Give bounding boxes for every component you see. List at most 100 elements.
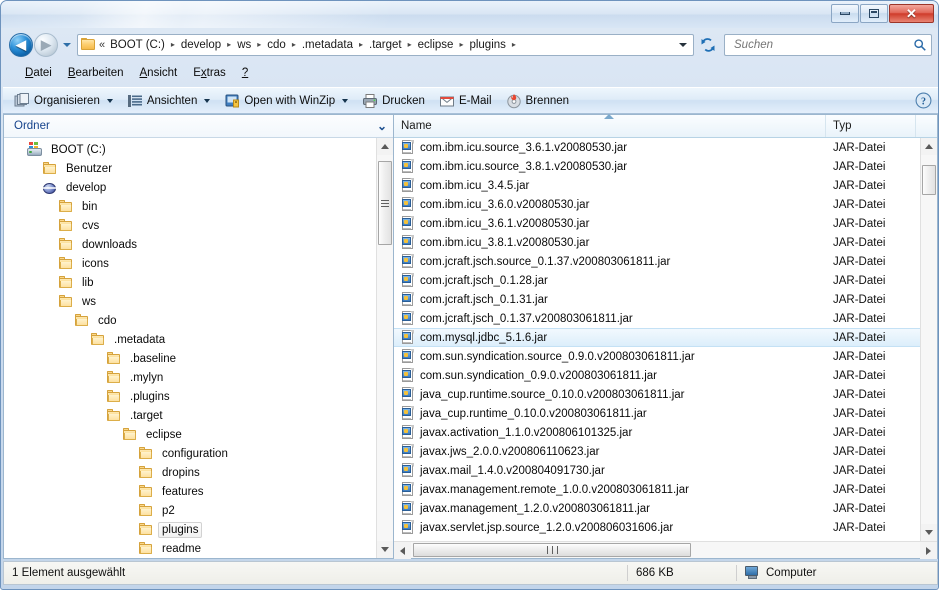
tree-item-target[interactable]: .target — [4, 406, 376, 425]
breadcrumb-sep-7[interactable]: ▸ — [508, 40, 520, 49]
breadcrumb-item-7[interactable]: plugins — [467, 37, 507, 53]
views-button[interactable]: Ansichten — [120, 90, 218, 112]
open-with-winzip-button[interactable]: Open with WinZip — [217, 90, 355, 112]
tree-item-mylyn[interactable]: .mylyn — [4, 368, 376, 387]
tree-item-dropins[interactable]: dropins — [4, 463, 376, 482]
folder-tree-header[interactable]: Ordner ⌄ — [4, 115, 393, 138]
close-button[interactable]: ✕ — [889, 4, 934, 23]
file-row[interactable]: com.ibm.icu_3.6.0.v20080530.jar JAR-Datei — [394, 195, 920, 214]
column-header-filler[interactable] — [916, 115, 937, 137]
breadcrumb-item-1[interactable]: develop — [179, 37, 223, 53]
file-row[interactable]: javax.management_1.2.0.v200803061811.jar… — [394, 499, 920, 518]
organize-button[interactable]: Organisieren — [7, 90, 120, 112]
tree-item-bin[interactable]: bin — [4, 197, 376, 216]
tree-item-eclipse[interactable]: eclipse — [4, 425, 376, 444]
file-row[interactable]: com.ibm.icu_3.4.5.jar JAR-Datei — [394, 176, 920, 195]
tree-item-downloads[interactable]: downloads — [4, 235, 376, 254]
list-scroll-track[interactable] — [921, 155, 937, 524]
refresh-button[interactable] — [697, 34, 719, 56]
breadcrumb-sep-6[interactable]: ▸ — [455, 40, 467, 49]
file-row[interactable]: com.sun.syndication.source_0.9.0.v200803… — [394, 347, 920, 366]
list-scroll-right-button[interactable] — [920, 542, 937, 559]
list-hscroll-thumb[interactable] — [413, 543, 691, 557]
folder-tree-list[interactable]: BOOT (C:) Benutzer develop bin cvs downloads i… — [4, 138, 376, 558]
search-input[interactable] — [732, 37, 913, 52]
breadcrumb-sep-4[interactable]: ▸ — [355, 40, 367, 49]
breadcrumb-item-4[interactable]: .metadata — [300, 37, 355, 53]
file-row[interactable]: java_cup.runtime_0.10.0.v200803061811.ja… — [394, 404, 920, 423]
file-row[interactable]: com.ibm.icu.source_3.8.1.v20080530.jar JA… — [394, 157, 920, 176]
print-button[interactable]: Drucken — [355, 90, 432, 112]
tree-item-boot-c[interactable]: BOOT (C:) — [4, 140, 376, 159]
breadcrumb-sep-1[interactable]: ▸ — [223, 40, 235, 49]
tree-item-features[interactable]: features — [4, 482, 376, 501]
breadcrumb-sep-0[interactable]: ▸ — [167, 40, 179, 49]
chevron-down-icon[interactable]: ⌄ — [377, 120, 387, 132]
list-scroll-up-button[interactable] — [921, 138, 937, 155]
help-button[interactable]: ? — [912, 90, 934, 112]
file-row[interactable]: com.jcraft.jsch.source_0.1.37.v200803061… — [394, 252, 920, 271]
breadcrumb-overflow-icon[interactable]: « — [99, 39, 105, 51]
menu-datei[interactable]: Datei — [17, 65, 60, 81]
tree-item-benutzer[interactable]: Benutzer — [4, 159, 376, 178]
tree-scroll-thumb[interactable] — [378, 161, 392, 245]
forward-button[interactable]: ▶ — [34, 32, 58, 57]
file-row[interactable]: javax.activation_1.1.0.v200806101325.jar… — [394, 423, 920, 442]
menu-ansicht[interactable]: Ansicht — [132, 65, 186, 81]
file-row[interactable]: com.ibm.icu_3.6.1.v20080530.jar JAR-Datei — [394, 214, 920, 233]
tree-scroll-track[interactable] — [377, 155, 393, 541]
file-list-rows[interactable]: com.ibm.icu.source_3.6.1.v20080530.jar JA… — [394, 138, 920, 541]
column-header-name[interactable]: Name — [394, 114, 826, 137]
file-row[interactable]: javax.management.remote_1.0.0.v200803061… — [394, 480, 920, 499]
file-row[interactable]: com.jcraft.jsch_0.1.31.jar JAR-Datei — [394, 290, 920, 309]
breadcrumb-item-0[interactable]: BOOT (C:) — [108, 37, 167, 53]
list-vertical-scrollbar[interactable] — [920, 138, 937, 541]
tree-item-cdo[interactable]: cdo — [4, 311, 376, 330]
menu-bearbeiten[interactable]: Bearbeiten — [60, 65, 132, 81]
list-scroll-thumb[interactable] — [922, 165, 936, 195]
email-button[interactable]: E-Mail — [432, 90, 499, 112]
tree-item-plugins[interactable]: .plugins — [4, 387, 376, 406]
tree-item-lib[interactable]: lib — [4, 273, 376, 292]
breadcrumb-item-3[interactable]: cdo — [265, 37, 288, 53]
file-row[interactable]: com.mysql.jdbc_5.1.6.jar JAR-Datei — [394, 328, 920, 347]
file-row[interactable]: javax.servlet.jsp.source_1.2.0.v20080603… — [394, 518, 920, 537]
file-row[interactable]: com.jcraft.jsch_0.1.37.v200803061811.jar… — [394, 309, 920, 328]
list-scroll-down-button[interactable] — [921, 524, 937, 541]
breadcrumb-item-5[interactable]: .target — [367, 37, 404, 53]
file-row[interactable]: javax.mail_1.4.0.v200804091730.jar JAR-Da… — [394, 461, 920, 480]
tree-item-develop[interactable]: develop — [4, 178, 376, 197]
tree-item-icons[interactable]: icons — [4, 254, 376, 273]
file-row[interactable]: com.ibm.icu.source_3.6.1.v20080530.jar JA… — [394, 138, 920, 157]
back-button[interactable]: ◀ — [9, 32, 33, 57]
tree-scroll-down-button[interactable] — [377, 541, 393, 558]
file-row[interactable]: com.jcraft.jsch_0.1.28.jar JAR-Datei — [394, 271, 920, 290]
list-horizontal-scrollbar[interactable] — [394, 541, 937, 559]
breadcrumb-sep-3[interactable]: ▸ — [288, 40, 300, 49]
tree-item-plugins[interactable]: plugins — [4, 520, 376, 539]
list-hscroll-track[interactable] — [411, 542, 920, 558]
breadcrumb-item-2[interactable]: ws — [235, 37, 253, 53]
tree-item-cvs[interactable]: cvs — [4, 216, 376, 235]
address-bar[interactable]: « BOOT (C:) ▸ develop ▸ ws ▸ cdo ▸ .meta… — [77, 33, 694, 56]
maximize-button[interactable] — [860, 4, 888, 23]
tree-item-ws[interactable]: ws — [4, 292, 376, 311]
recent-pages-button[interactable] — [59, 33, 75, 57]
tree-item-configuration[interactable]: configuration — [4, 444, 376, 463]
burn-button[interactable]: Brennen — [499, 90, 576, 112]
list-scroll-left-button[interactable] — [394, 542, 411, 559]
menu-extras[interactable]: Extras — [185, 65, 234, 81]
file-row[interactable]: javax.jws_2.0.0.v200806110623.jar JAR-Dat… — [394, 442, 920, 461]
search-box[interactable] — [724, 33, 932, 56]
breadcrumb-sep-2[interactable]: ▸ — [253, 40, 265, 49]
menu-help[interactable]: ? — [234, 65, 256, 81]
breadcrumb-item-6[interactable]: eclipse — [416, 37, 456, 53]
file-row[interactable]: com.ibm.icu_3.8.1.v20080530.jar JAR-Datei — [394, 233, 920, 252]
column-header-typ[interactable]: Typ — [826, 115, 916, 137]
breadcrumb-sep-5[interactable]: ▸ — [404, 40, 416, 49]
tree-item-readme[interactable]: readme — [4, 539, 376, 558]
minimize-button[interactable] — [831, 4, 859, 23]
file-row[interactable]: java_cup.runtime.source_0.10.0.v20080306… — [394, 385, 920, 404]
address-dropdown-button[interactable] — [674, 35, 691, 55]
tree-item-metadata[interactable]: .metadata — [4, 330, 376, 349]
